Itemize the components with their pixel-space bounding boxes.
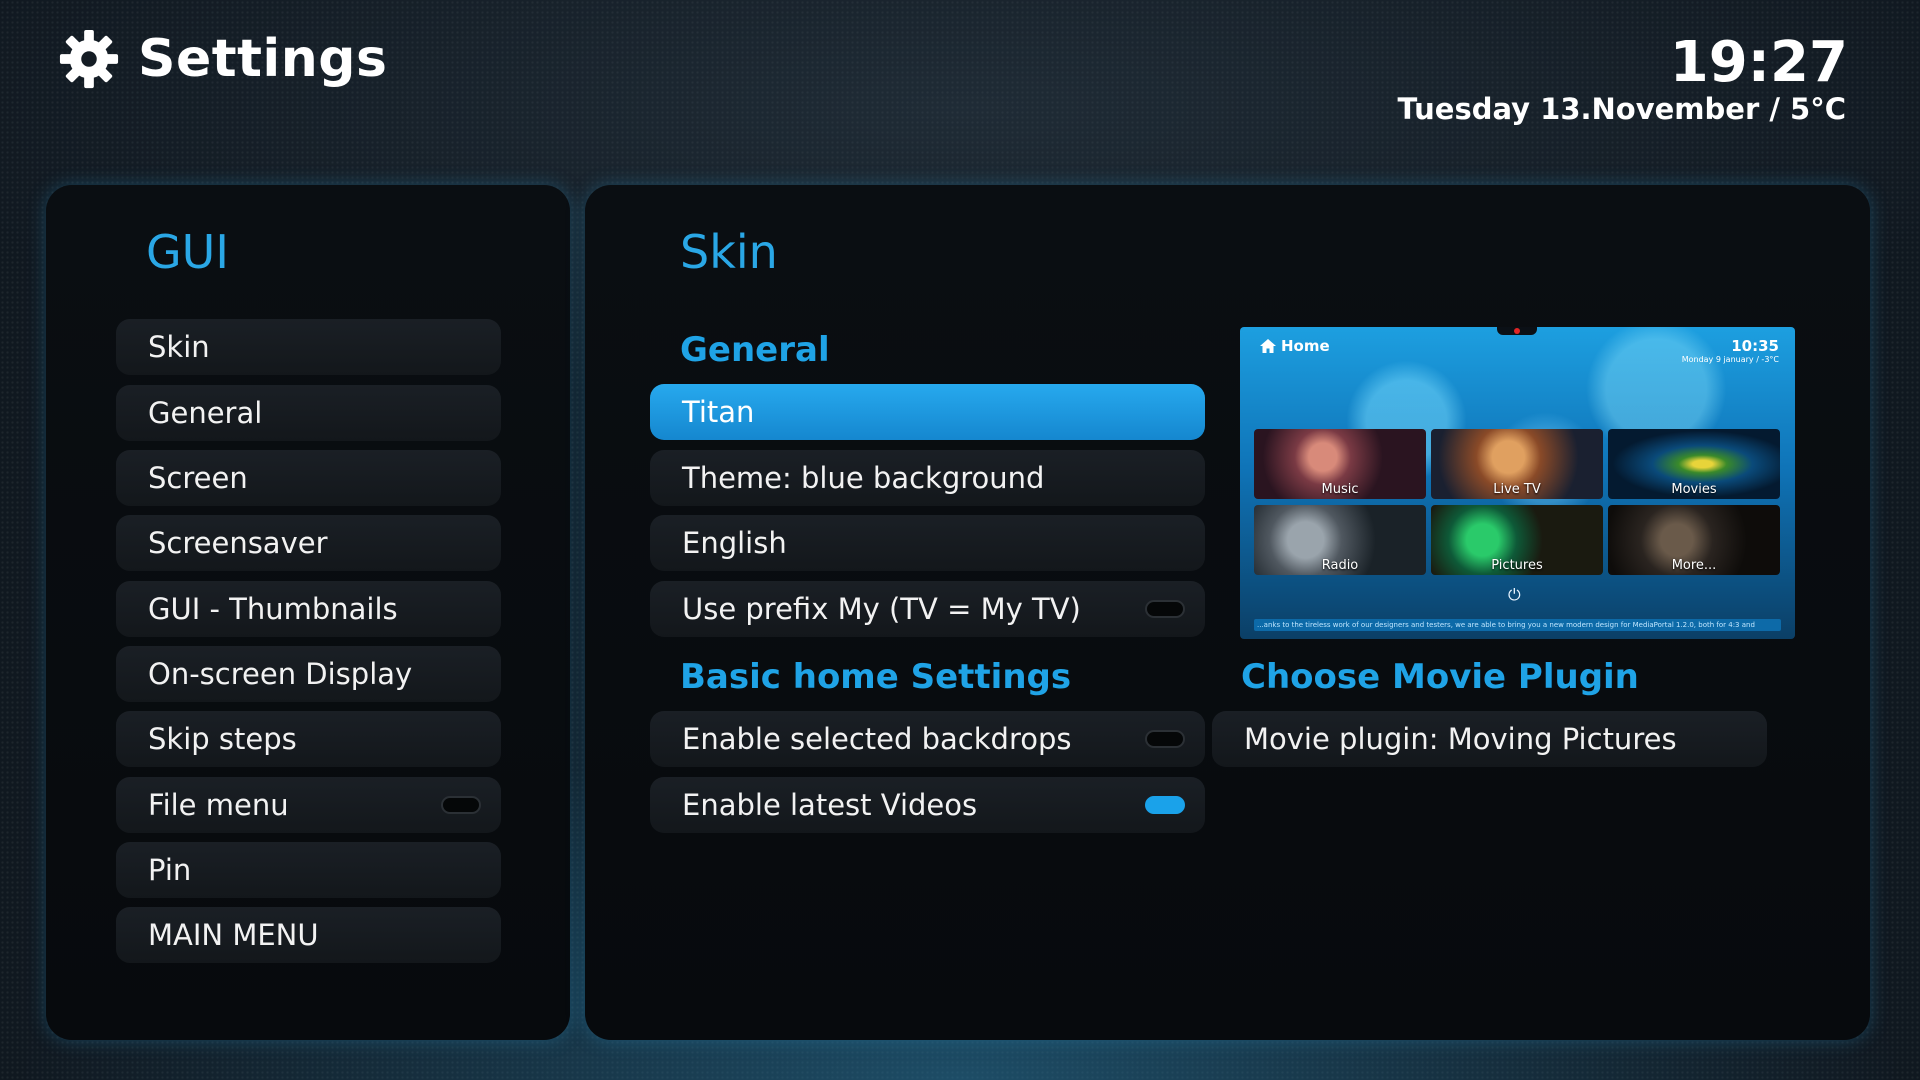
preview-tile-label: Movies	[1671, 482, 1717, 497]
menu-item-skin[interactable]: Skin	[116, 319, 501, 375]
preview-tile-label: Music	[1321, 482, 1359, 497]
power-icon: ⏻	[1508, 585, 1521, 604]
section-title-general: General	[680, 330, 830, 370]
menu-item-screensaver[interactable]: Screensaver	[116, 515, 501, 571]
menu-item-screen[interactable]: Screen	[116, 450, 501, 506]
option-label: Enable selected backdrops	[682, 722, 1072, 756]
option-label: Titan	[682, 395, 755, 429]
option-label: English	[682, 526, 787, 560]
menu-item-main-menu[interactable]: MAIN MENU	[116, 907, 501, 963]
option-enable-selected-backdrops[interactable]: Enable selected backdrops	[650, 711, 1205, 767]
menu-item-skip-steps[interactable]: Skip steps	[116, 711, 501, 767]
date-weather: Tuesday 13.November / 5°C	[1397, 92, 1846, 126]
menu-item-general[interactable]: General	[116, 385, 501, 441]
option-label: Use prefix My (TV = My TV)	[682, 592, 1081, 626]
menu-item-label: On-screen Display	[148, 657, 413, 691]
settings-panel: Skin General Titan Theme: blue backgroun…	[585, 185, 1870, 1040]
preview-home-label: Home	[1281, 337, 1330, 355]
gear-icon	[59, 29, 119, 89]
menu-item-pin[interactable]: Pin	[116, 842, 501, 898]
clock: 19:27	[1669, 30, 1848, 95]
preview-tile-movies: Movies	[1608, 429, 1780, 499]
settings-heading: Skin	[680, 225, 778, 279]
preview-tile-live-tv: Live TV	[1431, 429, 1603, 499]
preview-home: Home	[1260, 337, 1330, 355]
option-language[interactable]: English	[650, 515, 1205, 571]
menu-item-on-screen-display[interactable]: On-screen Display	[116, 646, 501, 702]
menu-item-gui-thumbnails[interactable]: GUI - Thumbnails	[116, 581, 501, 637]
preview-time: 10:35	[1731, 337, 1779, 355]
menu-item-file-menu[interactable]: File menu	[116, 777, 501, 833]
preview-date: Monday 9 january / -3°C	[1681, 355, 1779, 364]
latest-videos-toggle[interactable]	[1145, 796, 1185, 814]
menu-item-label: Screen	[148, 461, 248, 495]
category-heading: GUI	[146, 225, 229, 279]
menu-item-label: GUI - Thumbnails	[148, 592, 398, 626]
preview-tile-label: Pictures	[1491, 558, 1543, 573]
section-title-movie-plugin: Choose Movie Plugin	[1241, 657, 1639, 697]
preview-tile-more: More...	[1608, 505, 1780, 575]
preview-ticker: ...anks to the tireless work of our desi…	[1254, 619, 1781, 631]
menu-item-label: Screensaver	[148, 526, 328, 560]
home-icon	[1260, 339, 1276, 353]
preview-tile-label: Radio	[1321, 558, 1359, 573]
option-movie-plugin[interactable]: Movie plugin: Moving Pictures	[1212, 711, 1767, 767]
option-theme[interactable]: Theme: blue background	[650, 450, 1205, 506]
skin-preview: Home 10:35 Monday 9 january / -3°C Music…	[1240, 327, 1795, 639]
option-label: Movie plugin: Moving Pictures	[1244, 722, 1677, 756]
menu-item-label: Skip steps	[148, 722, 297, 756]
option-use-prefix-my[interactable]: Use prefix My (TV = My TV)	[650, 581, 1205, 637]
option-enable-latest-videos[interactable]: Enable latest Videos	[650, 777, 1205, 833]
preview-tile-pictures: Pictures	[1431, 505, 1603, 575]
menu-item-label: File menu	[148, 788, 289, 822]
menu-item-label: General	[148, 396, 263, 430]
use-prefix-toggle[interactable]	[1145, 600, 1185, 618]
title-group: Settings	[58, 28, 387, 90]
backdrops-toggle[interactable]	[1145, 730, 1185, 748]
option-skin-titan[interactable]: Titan	[650, 384, 1205, 440]
header: Settings 19:27 Tuesday 13.November / 5°C	[0, 0, 1920, 140]
menu-item-label: MAIN MENU	[148, 918, 319, 952]
preview-notch	[1497, 327, 1537, 335]
menu-item-label: Skin	[148, 330, 210, 364]
option-label: Enable latest Videos	[682, 788, 978, 822]
section-title-basic-home: Basic home Settings	[680, 657, 1072, 697]
option-label: Theme: blue background	[682, 461, 1045, 495]
preview-tile-radio: Radio	[1254, 505, 1426, 575]
preview-tile-label: More...	[1671, 558, 1717, 573]
menu-item-label: Pin	[148, 853, 192, 887]
preview-tile-label: Live TV	[1493, 482, 1541, 497]
page-title: Settings	[138, 29, 388, 89]
preview-tile-music: Music	[1254, 429, 1426, 499]
file-menu-toggle[interactable]	[441, 796, 481, 814]
category-panel: GUI Skin General Screen Screensaver GUI …	[46, 185, 570, 1040]
